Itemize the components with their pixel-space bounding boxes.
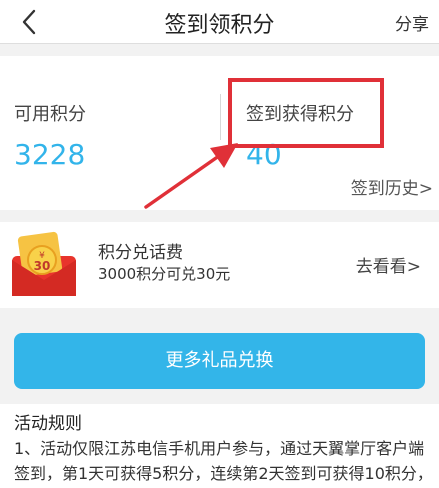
promo-title: 积分兑话费: [98, 243, 183, 263]
highlight-box: [228, 78, 384, 148]
points-divider: [220, 94, 221, 140]
page-title: 签到领积分: [164, 13, 275, 38]
promo-link[interactable]: 去看看>: [356, 252, 421, 277]
more-gifts-button[interactable]: 更多礼品兑换: [14, 333, 425, 389]
rules-title: 活动规则: [14, 414, 82, 434]
checkin-history-link[interactable]: 签到历史>: [351, 174, 433, 199]
envelope-value: 30: [34, 259, 51, 273]
share-button[interactable]: 分享: [395, 10, 429, 35]
rules-text: 1、活动仅限江苏电信手机用户参与，通过天翼掌厅客户端签到，第1天可获得5积分，连…: [14, 439, 433, 483]
rules-section: 活动规则 1、活动仅限江苏电信手机用户参与，通过天翼掌厅客户端签到，第1天可获得…: [0, 404, 439, 488]
header-bar: 签到领积分 分享: [0, 0, 439, 44]
available-points-value: 3228: [14, 138, 86, 171]
promo-card[interactable]: ¥ 30 积分兑话费 3000积分可兑30元 去看看>: [0, 222, 439, 308]
red-envelope-icon: ¥ 30: [12, 231, 76, 296]
promo-subtitle: 3000积分可兑30元: [98, 265, 231, 283]
available-points-label: 可用积分: [14, 104, 86, 125]
